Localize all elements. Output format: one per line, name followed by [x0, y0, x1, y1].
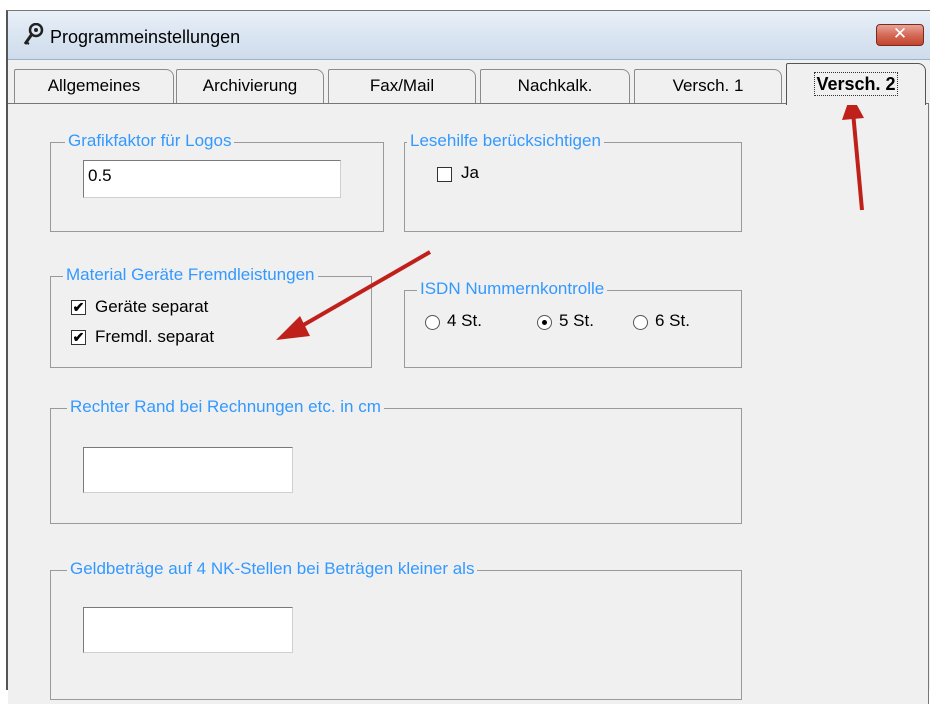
- group-title-geldbetraege: Geldbeträge auf 4 NK-Stellen bei Beträge…: [67, 559, 478, 579]
- lesehilfe-label: Ja: [461, 163, 479, 182]
- isdn-label-6: 6 St.: [655, 311, 690, 330]
- tab-archivierung[interactable]: Archivierung: [176, 69, 324, 103]
- tab-nachkalk[interactable]: Nachkalk.: [480, 69, 630, 103]
- group-title-lesehilfe: Lesehilfe berücksichtigen: [407, 131, 604, 151]
- group-title-isdn: ISDN Nummernkontrolle: [417, 279, 608, 299]
- tab-allgemeines[interactable]: Allgemeines: [14, 69, 174, 103]
- isdn-radio-5[interactable]: [537, 315, 552, 330]
- geraete-separat-label: Geräte separat: [95, 297, 209, 316]
- tab-fax-mail[interactable]: Fax/Mail: [328, 69, 476, 103]
- isdn-radio-4[interactable]: [425, 315, 440, 330]
- grafikfaktor-input[interactable]: 0.5: [83, 160, 341, 198]
- rechter-rand-input[interactable]: [83, 447, 293, 493]
- wrench-key-icon: [23, 23, 44, 45]
- lesehilfe-checkbox[interactable]: [437, 167, 452, 182]
- fremdl-separat-checkbox[interactable]: ✔: [71, 330, 86, 345]
- group-grafikfaktor: Grafikfaktor für Logos 0.5: [50, 131, 384, 232]
- isdn-label-4: 4 St.: [447, 311, 482, 330]
- fremdl-separat-label: Fremdl. separat: [95, 327, 215, 346]
- group-title-material: Material Geräte Fremdleistungen: [63, 265, 318, 285]
- group-title-rechter-rand: Rechter Rand bei Rechnungen etc. in cm: [67, 397, 384, 417]
- isdn-label-5: 5 St.: [559, 311, 594, 330]
- isdn-radio-6[interactable]: [633, 315, 648, 330]
- window-title: Programmeinstellungen: [50, 27, 241, 47]
- group-rechter-rand: Rechter Rand bei Rechnungen etc. in cm: [50, 397, 742, 524]
- group-geldbetraege: Geldbeträge auf 4 NK-Stellen bei Beträge…: [50, 559, 742, 700]
- group-isdn: ISDN Nummernkontrolle 4 St. 5 St. 6 St.: [404, 279, 742, 368]
- group-material: Material Geräte Fremdleistungen ✔ Geräte…: [50, 265, 372, 368]
- close-icon: ✕: [892, 24, 908, 44]
- group-lesehilfe: Lesehilfe berücksichtigen Ja: [404, 131, 742, 232]
- settings-window: Programmeinstellungen ✕ Allgemeines Arch…: [6, 10, 930, 704]
- tab-versch-1[interactable]: Versch. 1: [634, 69, 782, 103]
- group-title-grafikfaktor: Grafikfaktor für Logos: [65, 131, 235, 151]
- geldbetraege-input[interactable]: [83, 607, 293, 653]
- geraete-separat-checkbox[interactable]: ✔: [71, 300, 86, 315]
- close-button[interactable]: ✕: [876, 24, 924, 46]
- title-bar[interactable]: Programmeinstellungen ✕: [8, 11, 930, 60]
- tab-versch-2[interactable]: Versch. 2: [786, 63, 926, 105]
- tab-panel-versch-2: Grafikfaktor für Logos 0.5 Lesehilfe ber…: [8, 103, 929, 704]
